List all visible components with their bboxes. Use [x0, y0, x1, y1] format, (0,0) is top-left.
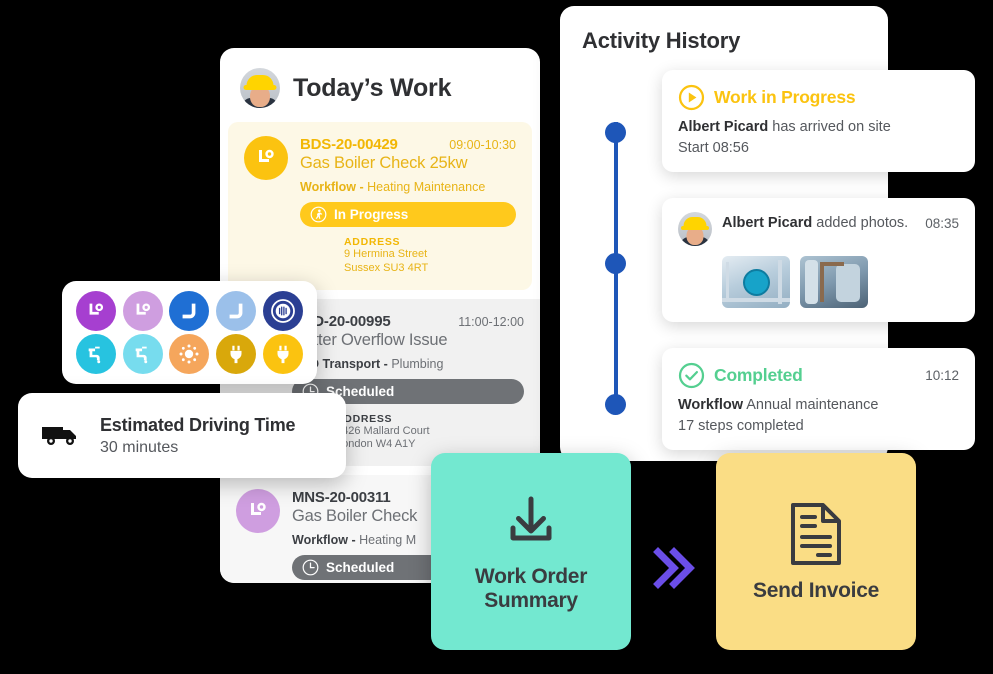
address-label: ADDRESS [336, 412, 393, 425]
workflow-value: Heating Maintenance [367, 180, 486, 194]
event-line-1: Albert Picard has arrived on site [678, 117, 959, 138]
work-item-workflow: Workflow - Heating Maintenance [300, 180, 516, 194]
work-item-workflow: BDD Transport - Plumbing [292, 357, 524, 371]
work-item[interactable]: BDS-20-00429 09:00-10:30 Gas Boiler Chec… [228, 122, 532, 290]
estimated-driving-time-card: Estimated Driving Time 30 minutes [18, 393, 346, 478]
event-title: Work in Progress [714, 87, 856, 107]
work-item-name: Gas Boiler Check 25kw [300, 154, 468, 172]
work-item-time: 11:00-12:00 [458, 314, 524, 329]
boiler-icon [236, 489, 280, 533]
radiator-icon[interactable] [263, 291, 304, 331]
event-actor: Albert Picard [678, 119, 769, 135]
walking-person-icon [310, 206, 327, 223]
event-header: Completed 10:12 [678, 362, 959, 389]
timeline [605, 110, 627, 415]
work-item-id: MNS-20-00311 [292, 489, 391, 506]
document-icon [791, 502, 841, 565]
driving-text-group: Estimated Driving Time 30 minutes [100, 414, 296, 457]
clock-icon [302, 559, 319, 576]
boiler-icon[interactable] [75, 291, 116, 331]
timeline-dot [605, 122, 626, 143]
download-icon [510, 496, 552, 541]
pipe-icon[interactable] [169, 291, 210, 331]
work-order-summary-button[interactable]: Work Order Summary [431, 453, 631, 650]
event-time: 08:35 [925, 216, 959, 231]
work-item-address: ADDRESS 9 Hermina Street Sussex SU3 4RT [244, 236, 516, 276]
event-action: Annual maintenance [742, 397, 879, 413]
address-line-1: 9 Hermina Street [344, 248, 428, 260]
send-invoice-button[interactable]: Send Invoice [716, 453, 916, 650]
work-item-time: 09:00-10:30 [449, 138, 516, 152]
send-invoice-label: Send Invoice [753, 578, 879, 602]
workflow-value: Heating M [359, 533, 417, 547]
activity-history-title: Activity History [582, 28, 741, 53]
event-action: added photos. [812, 215, 909, 231]
plug-icon[interactable] [216, 334, 257, 374]
work-order-summary-label: Work Order Summary [474, 564, 588, 612]
workflow-label: Workflow - [292, 533, 356, 547]
page-title: Today’s Work [293, 73, 452, 102]
timeline-dot [605, 253, 626, 274]
timeline-dot [605, 394, 626, 415]
event-line-1: Albert Picard added photos. [722, 213, 915, 234]
workflow-label: Workflow - [300, 180, 364, 194]
event-action: has arrived on site [768, 119, 891, 135]
address-label: ADDRESS [344, 236, 401, 248]
work-item-name: Gutter Overflow Issue [292, 330, 448, 349]
address-line-2: London W4 A1Y [336, 438, 416, 451]
event-actor: Albert Picard [722, 215, 813, 231]
event-photos [722, 256, 959, 308]
activity-event-card[interactable]: Work in Progress Albert Picard has arriv… [662, 70, 975, 173]
driving-value: 30 minutes [100, 438, 179, 456]
boiler-icon [244, 136, 288, 180]
heating-icon[interactable] [169, 334, 210, 374]
avatar [240, 68, 280, 108]
screenshot-root: Today’s Work BDS-20-00429 09:00-10:30 Ga… [0, 0, 993, 674]
address-line-1: 6426 Mallard Court [336, 424, 430, 437]
activity-event-card[interactable]: Albert Picard added photos. 08:35 [662, 198, 975, 322]
event-user-row: Albert Picard added photos. 08:35 [678, 212, 959, 246]
workflow-value: Plumbing [391, 356, 444, 371]
address-line-2: Sussex SU3 4RT [344, 261, 429, 274]
service-icon-grid [62, 281, 317, 384]
status-label: In Progress [334, 207, 409, 222]
event-line-1: Workflow Annual maintenance [678, 395, 959, 416]
event-actor: Workflow [678, 397, 743, 413]
status-badge[interactable]: In Progress [300, 202, 516, 227]
activity-event-card[interactable]: Completed 10:12 Workflow Annual maintena… [662, 348, 975, 451]
van-icon [42, 426, 76, 445]
todays-work-header: Today’s Work [220, 48, 540, 122]
event-line-2: 17 steps completed [678, 417, 804, 434]
pipe-icon[interactable] [216, 291, 257, 331]
plug-icon[interactable] [263, 334, 304, 374]
avatar [678, 212, 712, 246]
status-label: Scheduled [326, 560, 395, 575]
check-circle-icon [678, 362, 705, 389]
event-line-2: Start 08:56 [678, 139, 749, 156]
event-title: Completed [714, 365, 803, 385]
tap-icon[interactable] [75, 334, 116, 374]
driving-title: Estimated Driving Time [100, 414, 296, 435]
boiler-icon[interactable] [122, 291, 163, 331]
event-time: 10:12 [925, 368, 959, 383]
work-item-id: BDS-20-00429 [300, 136, 398, 153]
double-chevron-right-icon [653, 547, 695, 589]
play-circle-icon [678, 84, 705, 111]
tap-icon[interactable] [122, 334, 163, 374]
photo-thumbnail[interactable] [722, 256, 790, 308]
event-header: Work in Progress [678, 84, 959, 111]
photo-thumbnail[interactable] [800, 256, 868, 308]
